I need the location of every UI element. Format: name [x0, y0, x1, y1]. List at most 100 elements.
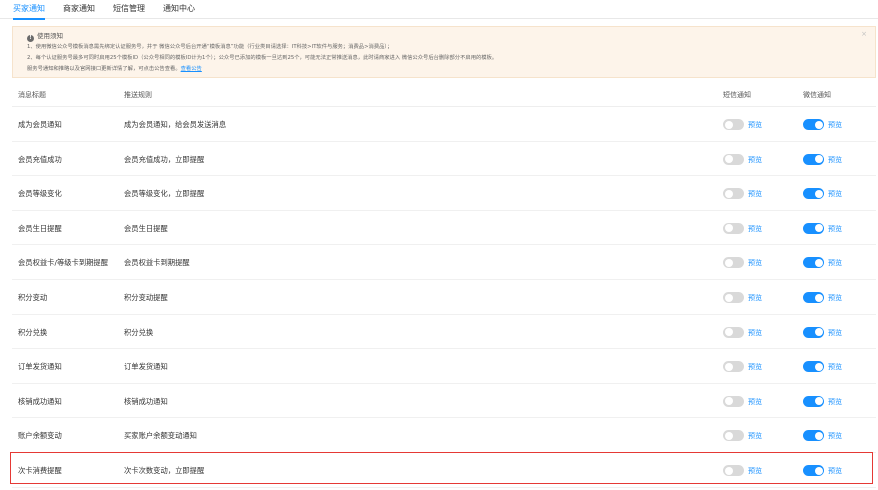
notice-line-1: 1、使用微信公众号模板消息需先绑定认证服务号，并于 微信公众号后台开通“模板消息…	[27, 44, 393, 50]
row-title: 核销成功通知	[18, 396, 62, 406]
toggle-knob	[814, 293, 823, 302]
toggle-knob	[724, 155, 733, 164]
wechat-preview-link[interactable]: 预览	[828, 362, 842, 372]
wechat-preview-link[interactable]: 预览	[828, 466, 842, 476]
row-title: 订单发货通知	[18, 362, 62, 372]
tab-sms-manage[interactable]: 短信管理	[113, 3, 145, 19]
toggle-knob	[814, 328, 823, 337]
wechat-toggle[interactable]	[803, 465, 824, 476]
wechat-preview-link[interactable]: 预览	[828, 328, 842, 338]
toggle-knob	[814, 258, 823, 267]
header-sms: 短信通知	[723, 91, 751, 99]
notice-line-3: 服务号通知和推略以及官网接口更新详情了解，可点击公告查看。查看公告	[27, 65, 202, 73]
row-rule: 会员充值成功，立即提醒	[124, 154, 205, 164]
sms-preview-link[interactable]: 预览	[748, 258, 762, 268]
wechat-preview-link[interactable]: 预览	[828, 189, 842, 199]
sms-preview-link[interactable]: 预览	[748, 189, 762, 199]
notice-line-2: 2、每个认证服务号最多可同时启用25个模板ID（公众号相同的模板ID计为1个）；…	[27, 55, 498, 61]
tab-merchant-notify[interactable]: 商家通知	[63, 3, 95, 19]
toggle-knob	[814, 466, 823, 475]
row-title: 账户余额变动	[18, 431, 62, 441]
close-icon[interactable]: ×	[861, 30, 867, 38]
sms-toggle[interactable]	[723, 361, 744, 373]
wechat-toggle[interactable]	[803, 188, 824, 200]
table-row: 成为会员通知 成为会员通知，给会员发送消息 预览 预览	[12, 107, 876, 142]
tab-buyer-notify[interactable]: 买家通知	[13, 3, 45, 20]
sms-preview-link[interactable]: 预览	[748, 155, 762, 165]
sms-preview-link[interactable]: 预览	[748, 466, 762, 476]
wechat-preview-link[interactable]: 预览	[828, 224, 842, 234]
row-rule: 订单发货通知	[124, 362, 168, 372]
table-row: 账户余额变动 买家账户余额变动通知 预览 预览	[12, 418, 876, 453]
sms-preview-link[interactable]: 预览	[748, 328, 762, 338]
sms-toggle[interactable]	[723, 222, 744, 234]
view-announcement-link[interactable]: 查看公告	[181, 66, 202, 72]
row-title: 成为会员通知	[18, 120, 62, 129]
sms-preview-link[interactable]: 预览	[748, 397, 762, 407]
toggle-knob	[724, 328, 733, 337]
table-row: 积分兑换 积分兑换 预览 预览	[12, 315, 876, 350]
toggle-knob	[724, 258, 733, 267]
toggle-knob	[724, 120, 733, 129]
table-row: 次卡消费提醒 次卡次数变动，立即提醒 预览 预览	[12, 453, 876, 488]
wechat-preview-link[interactable]: 预览	[828, 155, 842, 165]
row-title: 会员充值成功	[18, 154, 62, 164]
row-rule: 积分变动提醒	[124, 293, 168, 302]
notice-title: ! 使用须知	[27, 32, 63, 42]
row-rule: 会员生日提醒	[124, 223, 168, 233]
table-row: 订单发货通知 订单发货通知 预览 预览	[12, 349, 876, 384]
wechat-toggle[interactable]	[803, 222, 824, 234]
row-title: 次卡消费提醒	[18, 466, 62, 475]
sms-toggle[interactable]	[723, 292, 744, 303]
wechat-preview-link[interactable]: 预览	[828, 431, 842, 441]
row-rule: 会员等级变化，立即提醒	[124, 189, 205, 199]
toggle-knob	[814, 120, 823, 129]
wechat-preview-link[interactable]: 预览	[828, 293, 842, 303]
sms-toggle[interactable]	[723, 119, 744, 130]
row-rule: 核销成功通知	[124, 396, 168, 406]
sms-toggle[interactable]	[723, 326, 744, 338]
table-row: 会员权益卡/等级卡到期提醒 会员权益卡到期提醒 预览 预览	[12, 245, 876, 280]
usage-notice: ! 使用须知 1、使用微信公众号模板消息需先绑定认证服务号，并于 微信公众号后台开…	[12, 26, 876, 78]
wechat-preview-link[interactable]: 预览	[828, 120, 842, 130]
sms-preview-link[interactable]: 预览	[748, 120, 762, 130]
toggle-knob	[814, 431, 823, 440]
row-rule: 成为会员通知，给会员发送消息	[124, 120, 227, 129]
info-icon: !	[27, 35, 34, 42]
table-row: 会员等级变化 会员等级变化，立即提醒 预览 预览	[12, 176, 876, 211]
sms-toggle[interactable]	[723, 395, 744, 407]
sms-preview-link[interactable]: 预览	[748, 362, 762, 372]
sms-toggle[interactable]	[723, 153, 744, 165]
wechat-toggle[interactable]	[803, 119, 824, 130]
wechat-toggle[interactable]	[803, 326, 824, 338]
tab-notify-center[interactable]: 通知中心	[163, 3, 195, 19]
wechat-toggle[interactable]	[803, 153, 824, 165]
sms-preview-link[interactable]: 预览	[748, 293, 762, 303]
wechat-toggle[interactable]	[803, 361, 824, 373]
wechat-toggle[interactable]	[803, 430, 824, 442]
toggle-knob	[814, 155, 823, 164]
toggle-knob	[724, 293, 733, 302]
row-title: 积分兑换	[18, 327, 48, 337]
wechat-toggle[interactable]	[803, 292, 824, 303]
sms-toggle[interactable]	[723, 257, 744, 269]
toggle-knob	[724, 431, 733, 440]
wechat-toggle[interactable]	[803, 395, 824, 407]
row-title: 积分变动	[18, 293, 48, 302]
sms-toggle[interactable]	[723, 430, 744, 442]
table-row: 会员生日提醒 会员生日提醒 预览 预览	[12, 211, 876, 246]
row-rule: 积分兑换	[124, 327, 154, 337]
sms-toggle[interactable]	[723, 188, 744, 200]
toggle-knob	[724, 362, 733, 371]
sms-preview-link[interactable]: 预览	[748, 224, 762, 234]
sms-toggle[interactable]	[723, 465, 744, 476]
wechat-toggle[interactable]	[803, 257, 824, 269]
header-wechat: 微信通知	[803, 91, 831, 99]
table-row: 积分变动 积分变动提醒 预览 预览	[12, 280, 876, 315]
sms-preview-link[interactable]: 预览	[748, 431, 762, 441]
wechat-preview-link[interactable]: 预览	[828, 397, 842, 407]
notice-line-3-text: 服务号通知和推略以及官网接口更新详情了解，可点击公告查看。	[27, 66, 181, 72]
table-row: 会员充值成功 会员充值成功，立即提醒 预览 预览	[12, 142, 876, 177]
toggle-knob	[724, 397, 733, 406]
wechat-preview-link[interactable]: 预览	[828, 258, 842, 268]
